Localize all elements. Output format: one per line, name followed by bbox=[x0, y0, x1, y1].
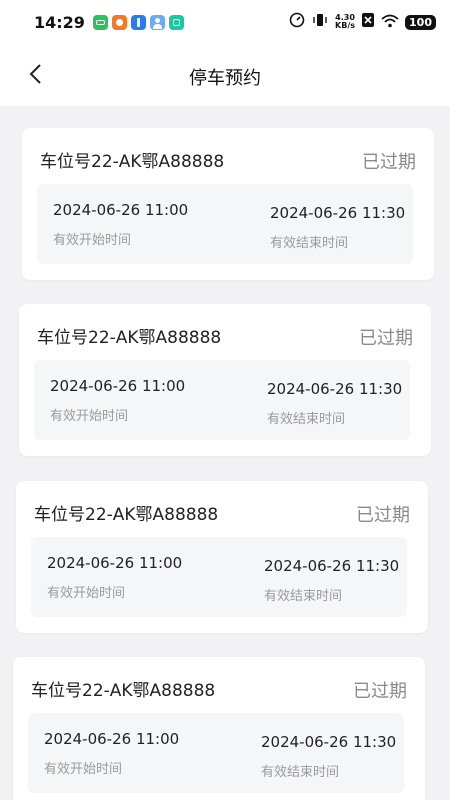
validity-period: 2024-06-26 11:00 有效开始时间 2024-06-26 11:30… bbox=[28, 713, 404, 793]
page-title: 停车预约 bbox=[189, 68, 261, 89]
reservation-card[interactable]: 车位号22-AK鄂A88888 已过期 2024-06-26 11:00 有效开… bbox=[22, 128, 434, 280]
start-time-label: 有效开始时间 bbox=[47, 586, 126, 601]
sim-off-icon bbox=[361, 12, 375, 32]
status-bar: 14:29 4.30 KB/s 100 bbox=[0, 0, 450, 44]
end-time-value: 2024-06-26 11:30 bbox=[261, 733, 397, 751]
app-notification-avatar-icon bbox=[149, 14, 165, 30]
header: 停车预约 bbox=[0, 44, 450, 106]
status-badge: 已过期 bbox=[356, 505, 410, 526]
start-time-label: 有效开始时间 bbox=[50, 409, 129, 424]
end-time-label: 有效结束时间 bbox=[267, 412, 346, 427]
wifi-icon bbox=[381, 13, 399, 32]
notification-icons bbox=[92, 14, 184, 30]
end-time-value: 2024-06-26 11:30 bbox=[267, 380, 403, 398]
end-time-label: 有效结束时间 bbox=[261, 765, 340, 780]
status-time: 14:29 bbox=[34, 12, 85, 32]
status-badge: 已过期 bbox=[353, 681, 407, 702]
parking-space-label: 车位号22-AK鄂A88888 bbox=[37, 328, 222, 348]
validity-period: 2024-06-26 11:00 有效开始时间 2024-06-26 11:30… bbox=[37, 184, 413, 264]
parking-space-label: 车位号22-AK鄂A88888 bbox=[40, 152, 225, 172]
start-time-value: 2024-06-26 11:00 bbox=[47, 554, 183, 572]
start-time-label: 有效开始时间 bbox=[53, 233, 132, 248]
parking-space-label: 车位号22-AK鄂A88888 bbox=[31, 681, 216, 701]
reservation-card[interactable]: 车位号22-AK鄂A88888 已过期 2024-06-26 11:00 有效开… bbox=[19, 304, 431, 456]
screen: 14:29 4.30 KB/s 100 停车预约 车位号22-AK鄂A88888… bbox=[0, 0, 450, 800]
end-time-label: 有效结束时间 bbox=[264, 589, 343, 604]
reservation-card[interactable]: 车位号22-AK鄂A88888 已过期 2024-06-26 11:00 有效开… bbox=[13, 657, 425, 800]
vibrate-icon bbox=[311, 12, 329, 32]
net-speed-unit: KB/s bbox=[335, 21, 356, 30]
status-right-group: 4.30 KB/s 100 bbox=[289, 12, 436, 32]
start-time-value: 2024-06-26 11:00 bbox=[50, 377, 186, 395]
validity-period: 2024-06-26 11:00 有效开始时间 2024-06-26 11:30… bbox=[34, 360, 410, 440]
end-time-label: 有效结束时间 bbox=[270, 236, 349, 251]
app-notification-teal-icon bbox=[168, 14, 184, 30]
end-time-value: 2024-06-26 11:30 bbox=[264, 557, 400, 575]
reservation-card[interactable]: 车位号22-AK鄂A88888 已过期 2024-06-26 11:00 有效开… bbox=[16, 481, 428, 633]
start-time-value: 2024-06-26 11:00 bbox=[53, 201, 189, 219]
battery-indicator: 100 bbox=[405, 14, 436, 30]
parking-space-label: 车位号22-AK鄂A88888 bbox=[34, 505, 219, 525]
app-notification-blue-icon bbox=[130, 14, 146, 30]
app-notification-green-icon bbox=[92, 14, 108, 30]
app-notification-orange-icon bbox=[111, 14, 127, 30]
start-time-value: 2024-06-26 11:00 bbox=[44, 730, 180, 748]
validity-period: 2024-06-26 11:00 有效开始时间 2024-06-26 11:30… bbox=[31, 537, 407, 617]
start-time-label: 有效开始时间 bbox=[44, 762, 123, 777]
net-speed: 4.30 KB/s bbox=[335, 14, 355, 30]
speedometer-icon bbox=[289, 12, 305, 32]
status-badge: 已过期 bbox=[362, 152, 416, 173]
status-badge: 已过期 bbox=[359, 328, 413, 349]
end-time-value: 2024-06-26 11:30 bbox=[270, 204, 406, 222]
